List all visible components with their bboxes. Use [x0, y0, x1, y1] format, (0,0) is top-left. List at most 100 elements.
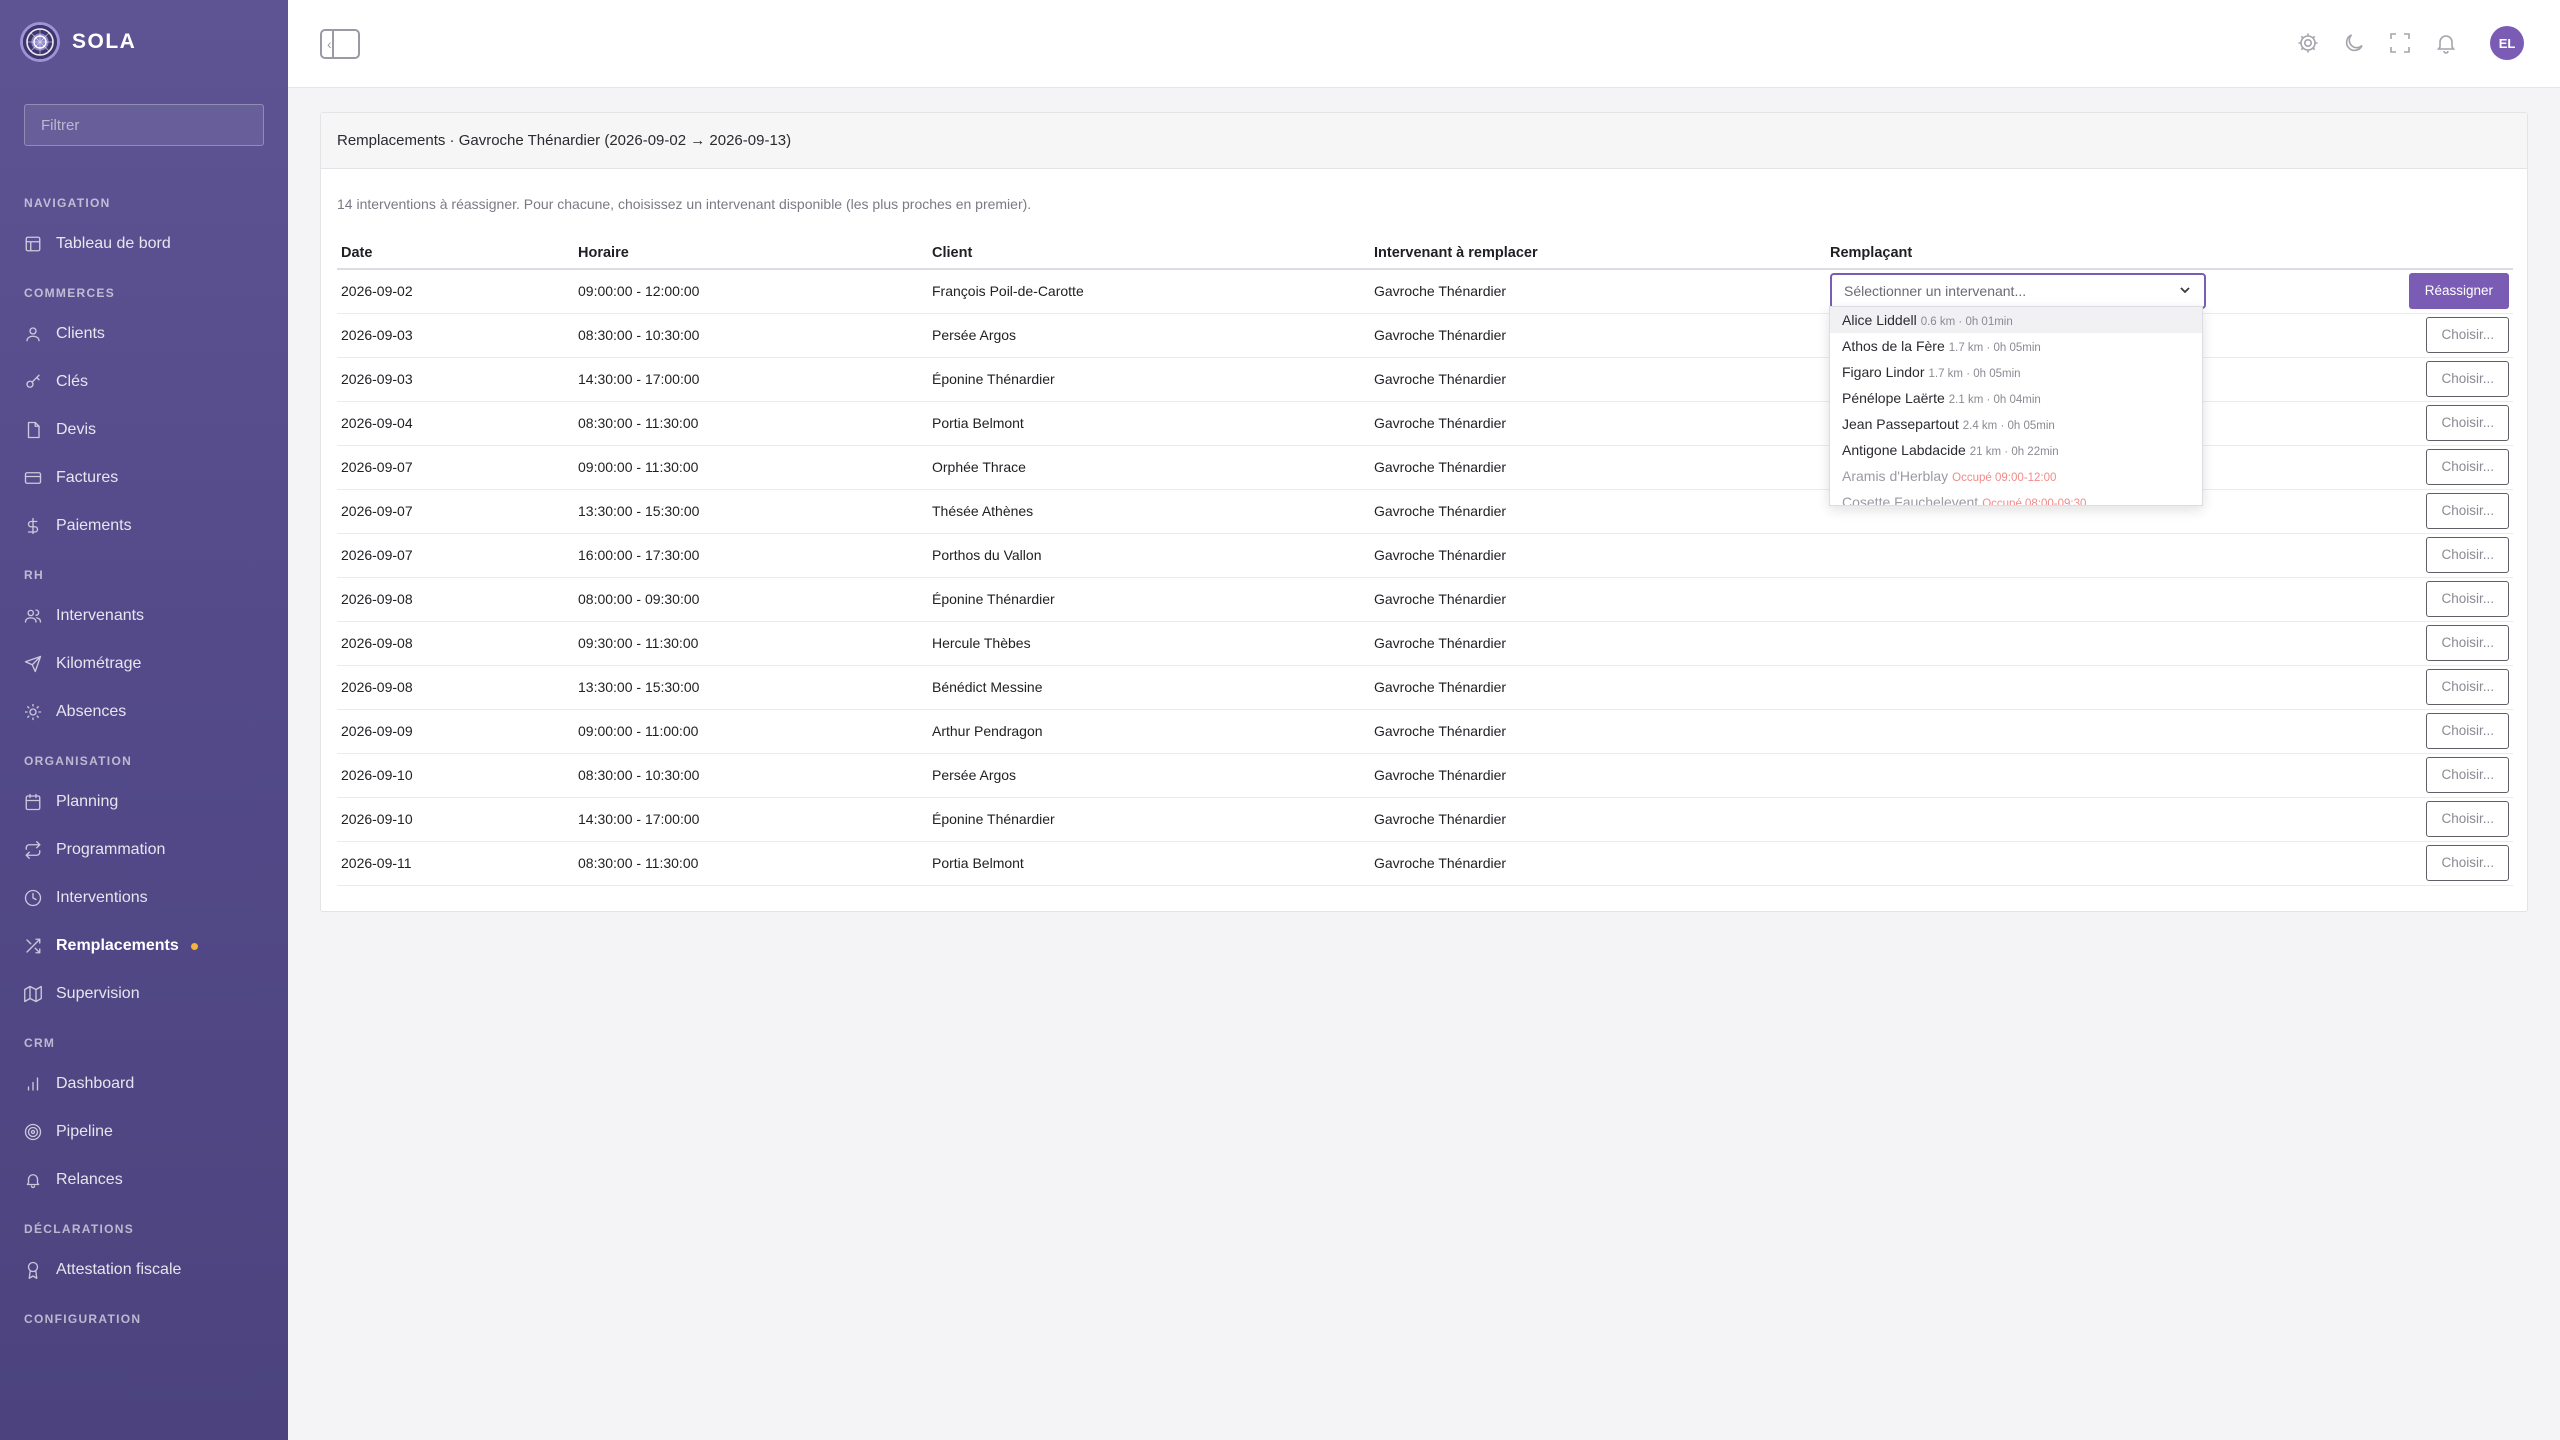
choose-button[interactable]: Choisir... [2426, 581, 2509, 617]
cell-client: Portia Belmont [928, 401, 1370, 446]
sidebar-item-programmation[interactable]: Programmation [0, 826, 288, 874]
dropdown-option[interactable]: Athos de la Fère 1.7 km · 0h 05min [1830, 333, 2202, 359]
sidebar-item-label: Attestation fiscale [56, 1261, 182, 1278]
sidebar-item-label: Paiements [56, 517, 132, 534]
sidebar: SOLA NAVIGATION Tableau de bord COMMERCES C… [0, 0, 288, 1440]
cell-date: 2026-09-07 [337, 533, 574, 578]
dropdown-option[interactable]: Jean Passepartout 2.4 km · 0h 05min [1830, 411, 2202, 437]
cell-client: Thésée Athènes [928, 489, 1370, 534]
cell-action: Choisir... [2386, 533, 2513, 578]
sidebar-item-factures[interactable]: Factures [0, 454, 288, 502]
sidebar-item-pipeline[interactable]: Pipeline [0, 1108, 288, 1156]
cell-intervenant: Gavroche Thénardier [1370, 445, 1826, 490]
option-name: Aramis d'Herblay [1842, 468, 1949, 484]
sidebar-item-label: Remplacements [56, 937, 179, 954]
replacement-select[interactable]: Sélectionner un intervenant... [1830, 273, 2206, 310]
cell-intervenant: Gavroche Thénardier [1370, 577, 1826, 622]
choose-button[interactable]: Choisir... [2426, 713, 2509, 749]
cell-date: 2026-09-10 [337, 753, 574, 798]
column-header-actions [2386, 237, 2513, 270]
sidebar-item-kilometrage[interactable]: Kilométrage [0, 640, 288, 688]
sidebar-item-label: Planning [56, 793, 119, 810]
option-name: Jean Passepartout [1842, 416, 1959, 432]
people-icon [24, 607, 42, 625]
cell-intervenant: Gavroche Thénardier [1370, 709, 1826, 754]
sidebar-item-tableau-de-bord[interactable]: Tableau de bord [0, 220, 288, 268]
table-row: 2026-09-10 08:30:00 - 10:30:00 Persée Argo… [337, 753, 2513, 798]
cell-horaire: 16:00:00 - 17:30:00 [574, 533, 928, 578]
dropdown-option[interactable]: Pénélope Laërte 2.1 km · 0h 04min [1830, 385, 2202, 411]
moon-icon[interactable] [2342, 31, 2366, 55]
dropdown-option[interactable]: Cosette Fauchelevent Occupé 08:00-09:30 [1830, 489, 2202, 505]
cell-date: 2026-09-03 [337, 313, 574, 358]
choose-button[interactable]: Choisir... [2426, 537, 2509, 573]
choose-button[interactable]: Choisir... [2426, 405, 2509, 441]
dropdown-option[interactable]: Alice Liddell 0.6 km · 0h 01min [1830, 307, 2202, 333]
dropdown-option[interactable]: Figaro Lindor 1.7 km · 0h 05min [1830, 359, 2202, 385]
active-indicator-dot [190, 942, 198, 950]
sidebar-item-intervenants[interactable]: Intervenants [0, 592, 288, 640]
brand[interactable]: SOLA [20, 22, 136, 62]
cell-client: Portia Belmont [928, 841, 1370, 886]
cell-date: 2026-09-02 [337, 269, 574, 314]
sidebar-item-remplacements[interactable]: Remplacements [0, 922, 288, 970]
dashboard-icon [24, 235, 42, 253]
reassign-button[interactable]: Réassigner [2408, 273, 2509, 310]
intro-text: 14 interventions à réassigner. Pour chac… [337, 196, 1032, 212]
fullscreen-icon[interactable] [2388, 31, 2412, 55]
cell-intervenant: Gavroche Thénardier [1370, 489, 1826, 534]
choose-button[interactable]: Choisir... [2426, 801, 2509, 837]
sidebar-item-interventions[interactable]: Interventions [0, 874, 288, 922]
sidebar-filter-input[interactable] [24, 104, 264, 146]
choose-button[interactable]: Choisir... [2426, 757, 2509, 793]
sidebar-item-planning[interactable]: Planning [0, 778, 288, 826]
dropdown-option[interactable]: Antigone Labdacide 21 km · 0h 22min [1830, 437, 2202, 463]
sidebar-item-supervision[interactable]: Supervision [0, 970, 288, 1018]
sidebar-item-label: Relances [56, 1171, 123, 1188]
sidebar-item-label: Factures [56, 469, 119, 486]
bell-icon[interactable] [2434, 31, 2458, 55]
choose-button[interactable]: Choisir... [2426, 669, 2509, 705]
user-avatar[interactable]: EL [2490, 26, 2524, 60]
sidebar-toggle-button[interactable]: ‹ [320, 29, 360, 59]
sidebar-item-paiements[interactable]: Paiements [0, 502, 288, 550]
dropdown-option[interactable]: Aramis d'Herblay Occupé 09:00-12:00 [1830, 463, 2202, 489]
sidebar-item-relances[interactable]: Relances [0, 1156, 288, 1204]
choose-button[interactable]: Choisir... [2426, 845, 2509, 881]
choose-button[interactable]: Choisir... [2426, 317, 2509, 353]
cell-client: Éponine Thénardier [928, 357, 1370, 402]
sidebar-item-absences[interactable]: Absences [0, 688, 288, 736]
sidebar-item-clients[interactable]: Clients [0, 310, 288, 358]
chevron-down-icon [2178, 283, 2192, 300]
cell-action: Choisir... [2386, 665, 2513, 710]
sidebar-item-dashboard[interactable]: Dashboard [0, 1060, 288, 1108]
option-distance: 0.6 km · 0h 01min [1920, 316, 2013, 328]
replacement-dropdown-list[interactable]: Alice Liddell 0.6 km · 0h 01min Athos de l… [1829, 306, 2203, 506]
option-name: Antigone Labdacide [1842, 442, 1966, 458]
cell-intervenant: Gavroche Thénardier [1370, 665, 1826, 710]
invoice-icon [24, 469, 42, 487]
option-distance: 21 km · 0h 22min [1969, 446, 2059, 458]
sidebar-nav: NAVIGATION Tableau de bord COMMERCES Client… [0, 178, 288, 1336]
bell-icon [24, 1171, 42, 1189]
choose-button[interactable]: Choisir... [2426, 361, 2509, 397]
cell-client: Bénédict Messine [928, 665, 1370, 710]
sidebar-item-label: Pipeline [56, 1123, 113, 1140]
sidebar-item-cles[interactable]: Clés [0, 358, 288, 406]
select-placeholder: Sélectionner un intervenant... [1844, 283, 2027, 300]
settings-icon[interactable] [2296, 31, 2320, 55]
cell-client: Éponine Thénardier [928, 797, 1370, 842]
sidebar-item-label: Tableau de bord [56, 235, 171, 252]
sidebar-item-label: Devis [56, 421, 97, 438]
sidebar-item-attestation-fiscale[interactable]: Attestation fiscale [0, 1246, 288, 1294]
choose-button[interactable]: Choisir... [2426, 449, 2509, 485]
sidebar-item-devis[interactable]: Devis [0, 406, 288, 454]
shuffle-icon [24, 937, 42, 955]
table-row: 2026-09-09 09:00:00 - 11:00:00 Arthur Pend… [337, 709, 2513, 754]
bar-chart-icon [24, 1075, 42, 1093]
choose-button[interactable]: Choisir... [2426, 625, 2509, 661]
cell-date: 2026-09-11 [337, 841, 574, 886]
cell-intervenant: Gavroche Thénardier [1370, 357, 1826, 402]
cell-date: 2026-09-08 [337, 665, 574, 710]
choose-button[interactable]: Choisir... [2426, 493, 2509, 529]
